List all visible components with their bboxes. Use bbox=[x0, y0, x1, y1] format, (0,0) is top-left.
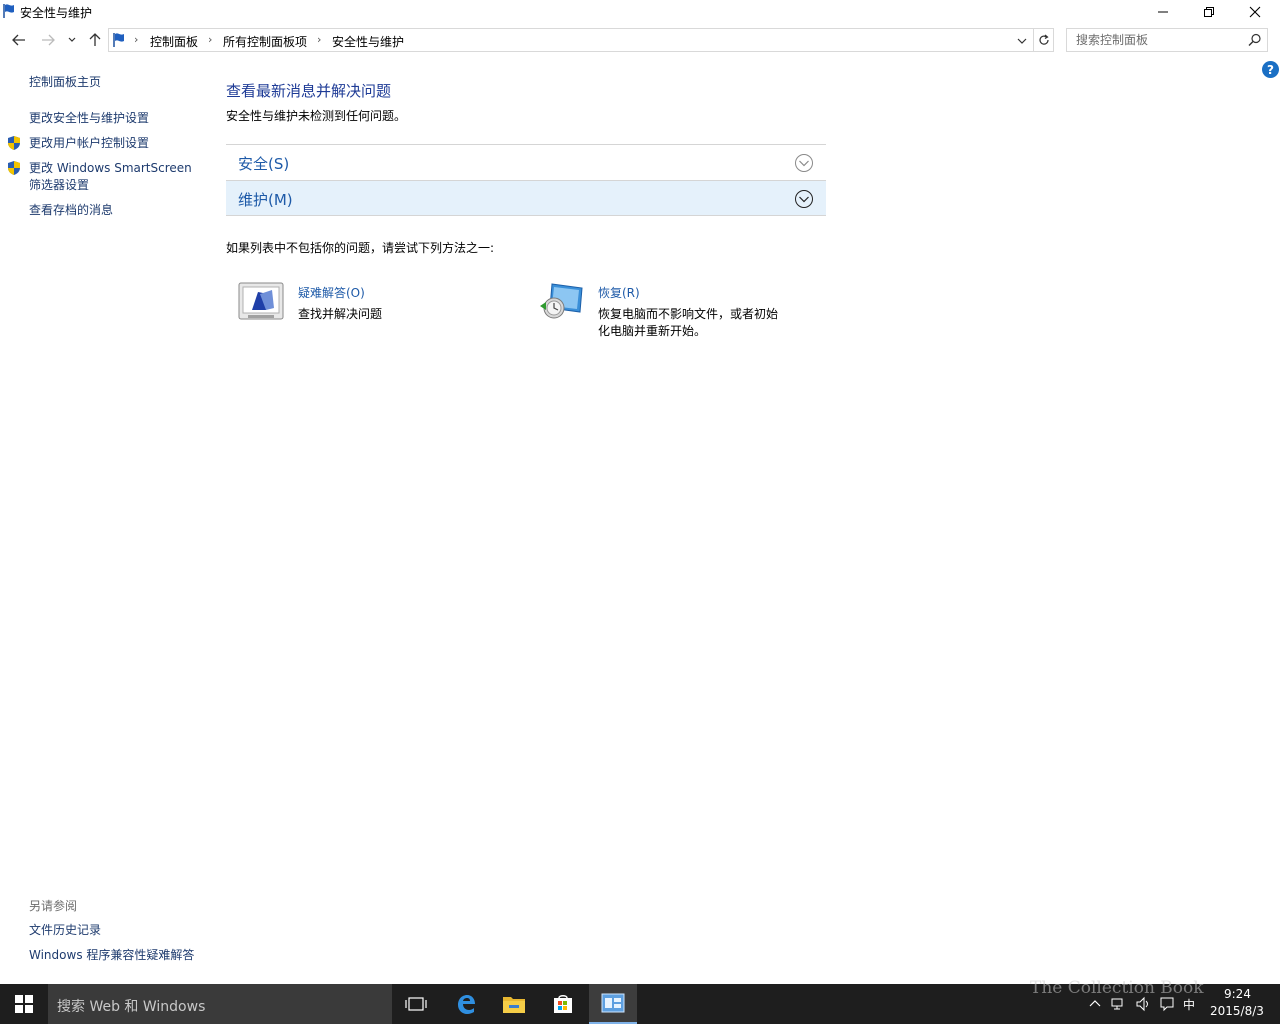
arrow-left-icon bbox=[12, 34, 25, 46]
taskbar-control-panel[interactable] bbox=[589, 984, 637, 1024]
navigation-bar: › 控制面板 › 所有控制面板项 › 安全性与维护 bbox=[0, 26, 1280, 54]
breadcrumb-all-items[interactable]: 所有控制面板项 bbox=[223, 33, 307, 50]
sidebar-item-change-security-settings[interactable]: 更改安全性与维护设置 bbox=[29, 110, 149, 127]
tool-troubleshooting-title[interactable]: 疑难解答(O) bbox=[298, 284, 365, 301]
windows-logo-icon bbox=[15, 995, 33, 1013]
folder-icon bbox=[503, 997, 525, 1013]
uac-shield-icon bbox=[8, 161, 20, 175]
task-view-button[interactable] bbox=[392, 984, 440, 1024]
taskbar-search-text: 搜索 Web 和 Windows bbox=[57, 999, 206, 1015]
chevron-right-icon[interactable]: › bbox=[134, 33, 138, 46]
address-dropdown-button[interactable] bbox=[1013, 33, 1031, 49]
address-bar[interactable]: › 控制面板 › 所有控制面板项 › 安全性与维护 bbox=[108, 28, 1034, 52]
minimize-button[interactable] bbox=[1140, 0, 1186, 24]
breadcrumb-control-panel[interactable]: 控制面板 bbox=[150, 33, 198, 50]
expand-chevron-icon[interactable] bbox=[794, 153, 814, 173]
clock-time[interactable]: 9:24 bbox=[1224, 987, 1251, 1001]
chevron-down-icon bbox=[68, 37, 76, 42]
restore-icon bbox=[1204, 7, 1214, 17]
task-view-icon bbox=[405, 997, 427, 1011]
chevron-up-icon-glyph bbox=[1089, 1000, 1101, 1007]
refresh-button[interactable] bbox=[1034, 28, 1054, 52]
tool-troubleshooting[interactable]: 疑难解答(O) 查找并解决问题 bbox=[238, 282, 498, 332]
expand-chevron-icon[interactable] bbox=[794, 189, 814, 209]
section-maintenance[interactable]: 维护(M) bbox=[226, 180, 826, 216]
search-input[interactable] bbox=[1067, 29, 1243, 51]
back-button[interactable] bbox=[9, 30, 29, 50]
window-title: 安全性与维护 bbox=[20, 6, 93, 20]
watermark-text: The Collection Book bbox=[1030, 978, 1204, 998]
see-also-heading: 另请参阅 bbox=[29, 899, 78, 913]
hint-text: 如果列表中不包括你的问题，请尝试下列方法之一: bbox=[226, 241, 495, 255]
clock-date[interactable]: 2015/8/3 bbox=[1210, 1004, 1264, 1018]
recovery-icon bbox=[540, 283, 583, 319]
section-maintenance-label: 维护(M) bbox=[238, 191, 293, 209]
taskbar-store[interactable] bbox=[539, 984, 587, 1024]
volume-icon-glyph bbox=[1136, 996, 1148, 1012]
chevron-right-icon[interactable]: › bbox=[317, 33, 321, 46]
minimize-icon bbox=[1158, 11, 1168, 13]
see-also-compatibility-troubleshooter[interactable]: Windows 程序兼容性疑难解答 bbox=[29, 947, 194, 964]
close-icon bbox=[1249, 6, 1261, 18]
sidebar-item-control-panel-home[interactable]: 控制面板主页 bbox=[29, 74, 101, 91]
sidebar-item-change-uac-settings[interactable]: 更改用户帐户控制设置 bbox=[29, 135, 149, 152]
sidebar-item-view-archived-messages[interactable]: 查看存档的消息 bbox=[29, 202, 113, 219]
tool-recovery[interactable]: 恢复(R) 恢复电脑而不影响文件，或者初始 化电脑并重新开始。 bbox=[538, 282, 798, 342]
tool-recovery-title[interactable]: 恢复(R) bbox=[598, 284, 640, 301]
tool-recovery-desc-line1: 恢复电脑而不影响文件，或者初始 bbox=[598, 307, 779, 321]
control-panel-icon bbox=[601, 993, 625, 1013]
help-icon[interactable]: ? bbox=[1262, 61, 1279, 78]
section-security-label: 安全(S) bbox=[238, 155, 290, 173]
page-title: 查看最新消息并解决问题 bbox=[226, 82, 392, 100]
breadcrumb-security-maintenance[interactable]: 安全性与维护 bbox=[332, 33, 404, 50]
troubleshooting-icon bbox=[238, 282, 284, 320]
arrow-right-icon bbox=[42, 34, 55, 46]
flag-icon bbox=[113, 33, 124, 47]
taskbar-edge[interactable] bbox=[442, 984, 490, 1024]
taskbar-file-explorer[interactable] bbox=[490, 984, 538, 1024]
chevron-down-icon bbox=[1017, 38, 1027, 44]
taskbar-search-box[interactable]: 搜索 Web 和 Windows bbox=[48, 984, 392, 1024]
tool-troubleshooting-desc: 查找并解决问题 bbox=[298, 307, 383, 321]
uac-shield-icon bbox=[8, 136, 20, 150]
section-security[interactable]: 安全(S) bbox=[226, 144, 826, 180]
store-icon bbox=[554, 995, 572, 1013]
search-icon[interactable] bbox=[1247, 32, 1263, 48]
search-box[interactable] bbox=[1066, 28, 1268, 52]
start-button[interactable] bbox=[0, 984, 48, 1024]
recent-locations-button[interactable] bbox=[62, 30, 82, 50]
restore-button[interactable] bbox=[1186, 0, 1232, 24]
title-bar: 安全性与维护 bbox=[0, 0, 1280, 24]
close-button[interactable] bbox=[1232, 0, 1278, 24]
up-button[interactable] bbox=[85, 30, 105, 50]
sidebar-item-change-smartscreen-line2[interactable]: 筛选器设置 bbox=[29, 177, 89, 194]
refresh-icon bbox=[1038, 34, 1049, 45]
arrow-up-icon bbox=[89, 33, 101, 46]
edge-icon bbox=[458, 995, 475, 1014]
network-icon-glyph bbox=[1111, 998, 1123, 1010]
page-subtitle: 安全性与维护未检测到任何问题。 bbox=[226, 109, 407, 123]
see-also-file-history[interactable]: 文件历史记录 bbox=[29, 922, 101, 939]
forward-button[interactable] bbox=[38, 30, 58, 50]
action-center-icon-glyph bbox=[1160, 997, 1174, 1012]
flag-icon bbox=[3, 4, 14, 18]
chevron-right-icon[interactable]: › bbox=[208, 33, 212, 46]
tool-recovery-desc-line2: 化电脑并重新开始。 bbox=[598, 324, 707, 338]
sidebar-item-change-smartscreen[interactable]: 更改 Windows SmartScreen bbox=[29, 160, 192, 177]
